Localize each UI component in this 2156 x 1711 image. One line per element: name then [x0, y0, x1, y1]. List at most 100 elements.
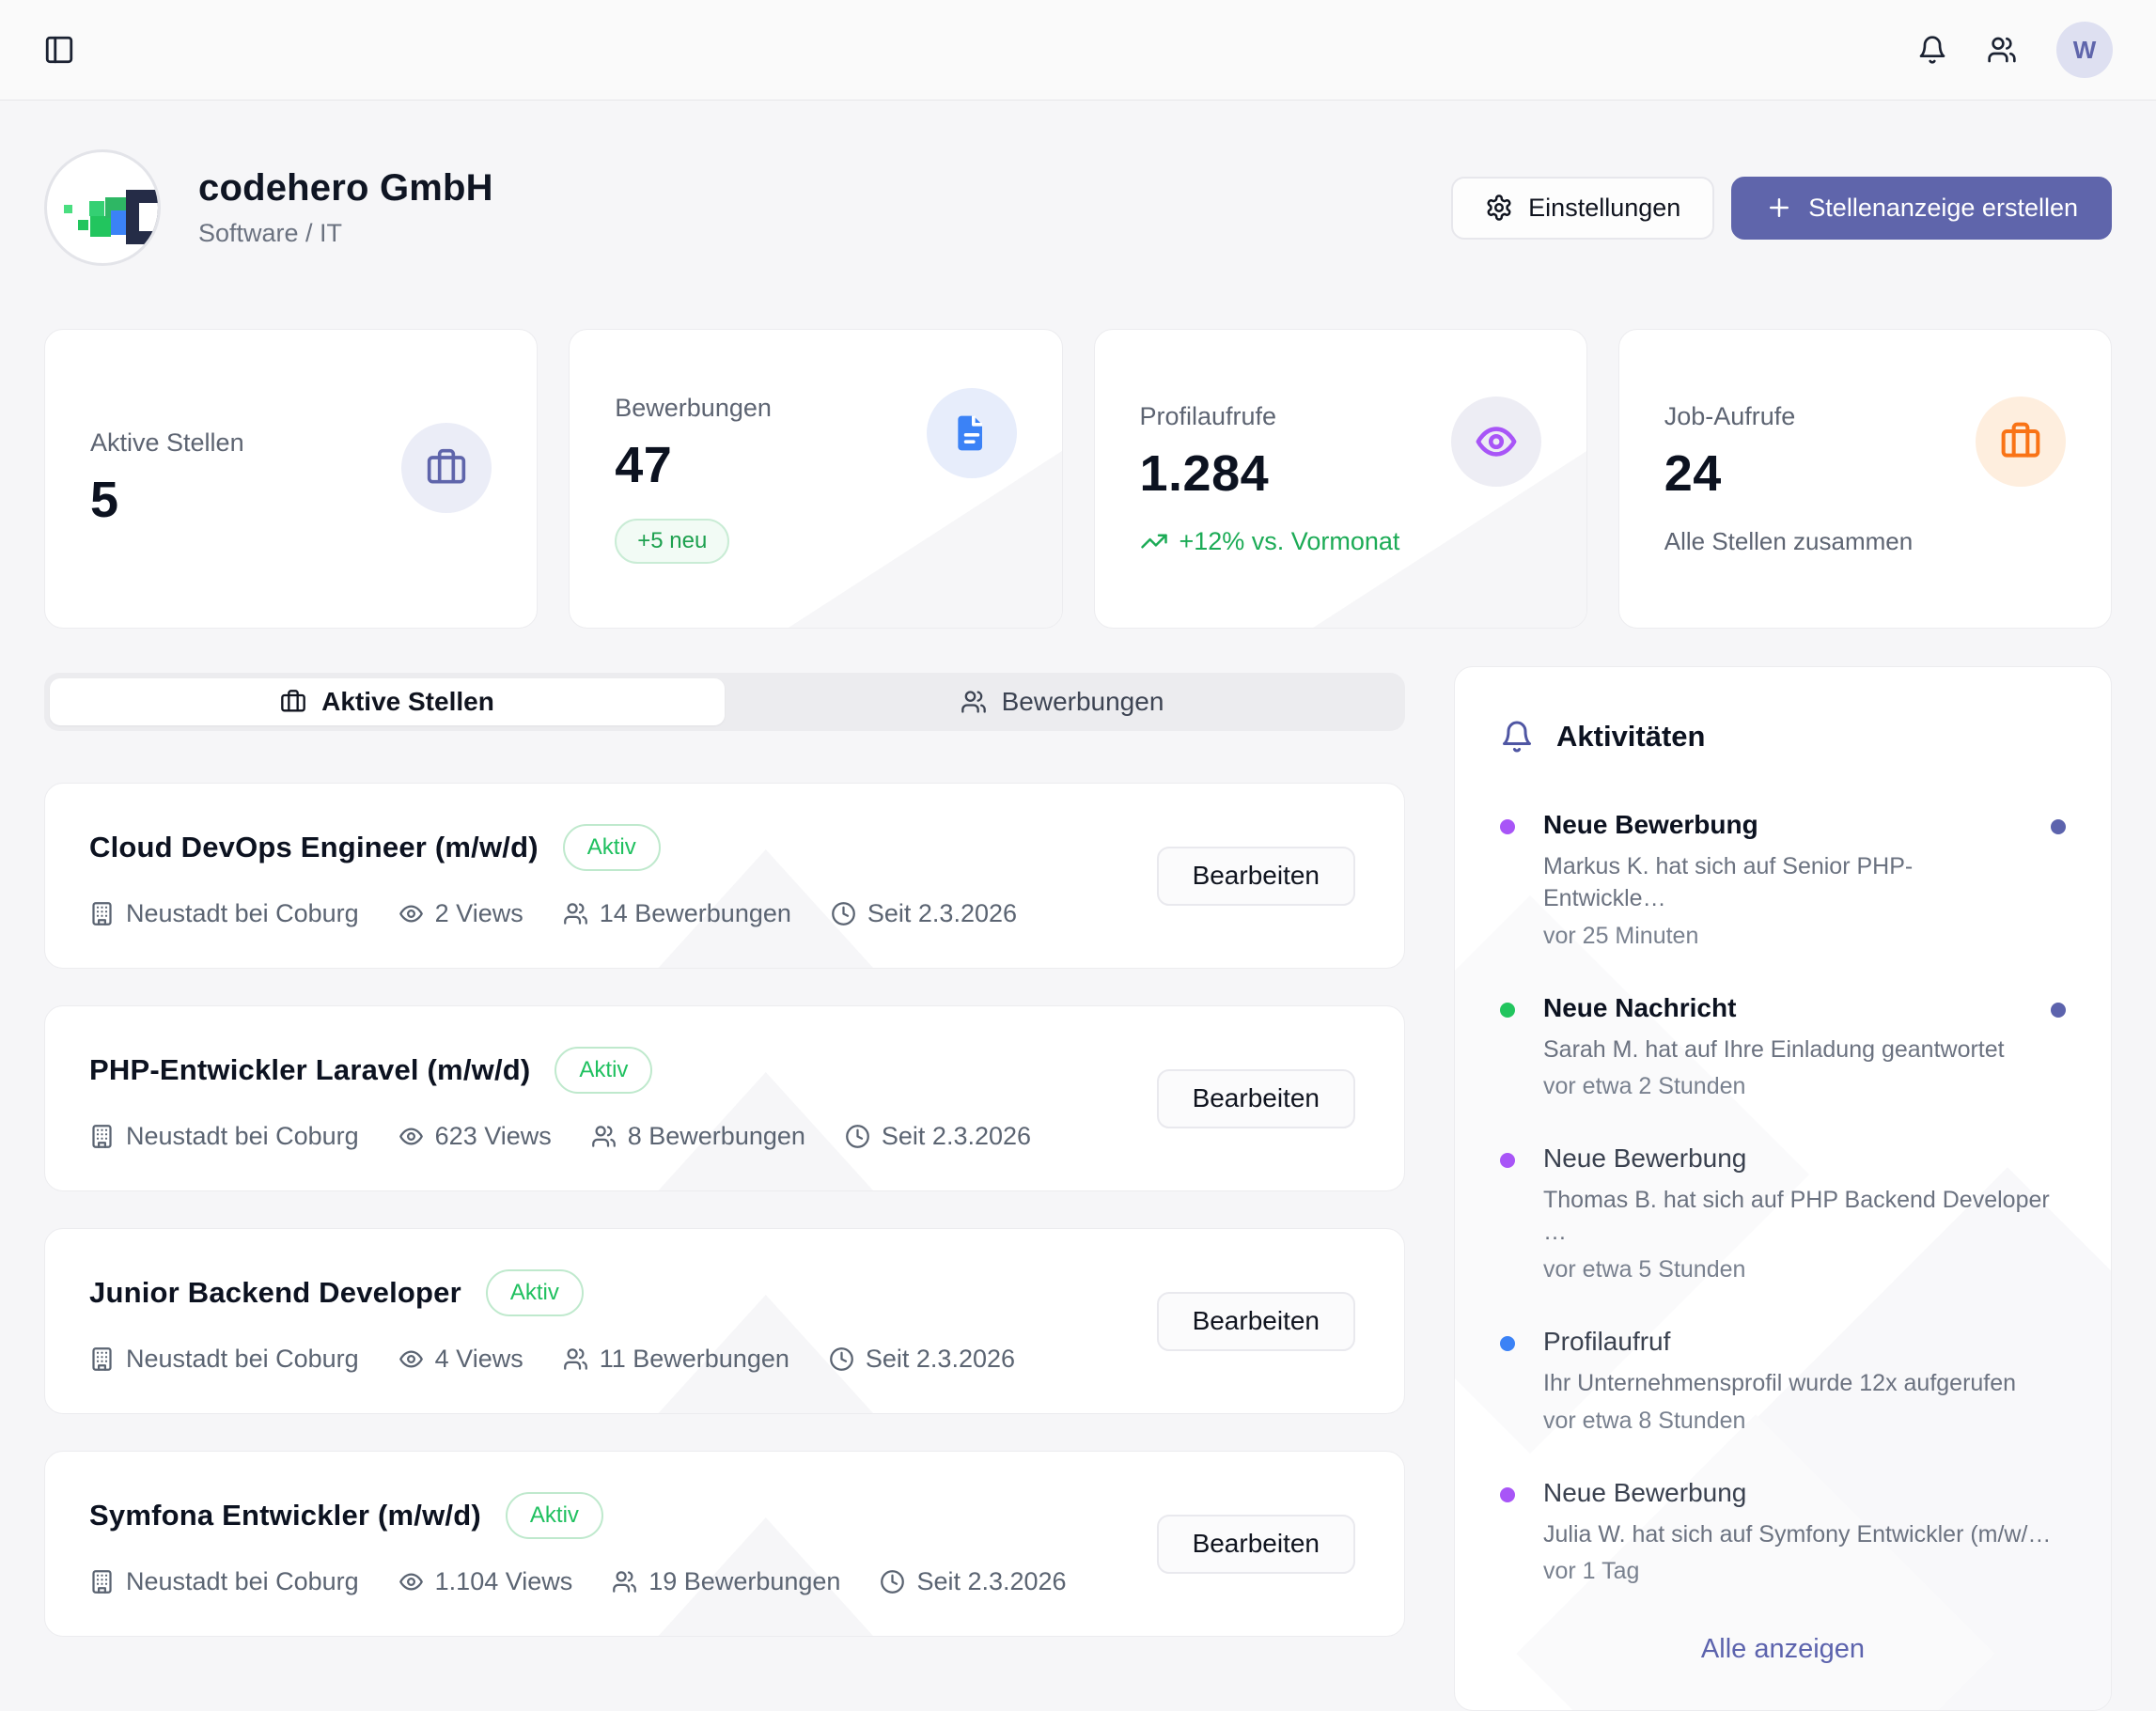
tab-active-jobs[interactable]: Aktive Stellen: [50, 678, 725, 725]
user-avatar[interactable]: W: [2056, 22, 2113, 78]
job-since: Seit 2.3.2026: [829, 1345, 1015, 1374]
clock-icon: [829, 1346, 854, 1372]
stat-icon-circle: [1451, 397, 1541, 487]
status-badge: Aktiv: [506, 1492, 603, 1539]
settings-button[interactable]: Einstellungen: [1451, 177, 1714, 240]
bell-icon: [1917, 35, 1947, 65]
job-card: Symfona Entwickler (m/w/d) Aktiv Neustad…: [44, 1451, 1405, 1637]
building-icon: [89, 1569, 115, 1594]
job-views: 4 Views: [398, 1345, 523, 1374]
eye-icon: [398, 901, 424, 926]
show-all-link[interactable]: Alle anzeigen: [1701, 1634, 1865, 1665]
tab-label: Bewerbungen: [1002, 687, 1164, 717]
company-identity: codehero GmbH Software / IT: [44, 149, 493, 266]
job-views: 2 Views: [398, 899, 523, 928]
briefcase-icon: [426, 447, 467, 489]
activity-type-dot: [1500, 1487, 1515, 1502]
edit-job-button[interactable]: Bearbeiten: [1157, 847, 1355, 906]
job-views-label: 4 Views: [435, 1345, 523, 1374]
job-location: Neustadt bei Coburg: [89, 1122, 359, 1151]
activity-item[interactable]: Profilaufruf Ihr Unternehmensprofil wurd…: [1500, 1327, 2066, 1435]
status-badge: Aktiv: [555, 1047, 652, 1094]
new-applications-badge: +5 neu: [615, 519, 729, 564]
unread-indicator-dot: [2051, 819, 2066, 834]
job-since-label: Seit 2.3.2026: [916, 1567, 1066, 1596]
edit-job-button[interactable]: Bearbeiten: [1157, 1292, 1355, 1351]
activity-panel: Aktivitäten Neue Bewerbung Markus K. hat…: [1454, 666, 2112, 1711]
job-applications-label: 11 Bewerbungen: [600, 1345, 789, 1374]
users-icon: [563, 901, 588, 926]
team-button[interactable]: [1987, 35, 2017, 65]
activity-time: vor etwa 5 Stunden: [1543, 1256, 2066, 1283]
activity-title: Neue Bewerbung: [1543, 1143, 2066, 1174]
users-icon: [961, 689, 987, 715]
job-card: PHP-Entwickler Laravel (m/w/d) Aktiv Neu…: [44, 1005, 1405, 1191]
stat-label: Bewerbungen: [615, 394, 772, 423]
activity-item[interactable]: Neue Nachricht Sarah M. hat auf Ihre Ein…: [1500, 993, 2066, 1101]
trending-up-icon: [1140, 527, 1168, 555]
clock-icon: [845, 1124, 870, 1149]
tab-label: Aktive Stellen: [321, 687, 494, 717]
job-title: Symfona Entwickler (m/w/d): [89, 1499, 481, 1532]
job-title: Junior Backend Developer: [89, 1276, 461, 1310]
job-location: Neustadt bei Coburg: [89, 1567, 359, 1596]
edit-job-button[interactable]: Bearbeiten: [1157, 1069, 1355, 1128]
eye-icon: [398, 1124, 424, 1149]
eye-icon: [398, 1346, 424, 1372]
job-title: Cloud DevOps Engineer (m/w/d): [89, 831, 539, 864]
tab-bar: Aktive Stellen Bewerbungen: [44, 673, 1405, 731]
stats-row: Aktive Stellen 5 Bewerbungen 47: [44, 329, 2112, 629]
panel-left-icon: [43, 34, 75, 66]
sidebar-toggle-button[interactable]: [43, 34, 75, 66]
job-views-label: 623 Views: [435, 1122, 552, 1151]
stat-icon-circle: [1976, 397, 2066, 487]
briefcase-icon: [280, 689, 306, 715]
building-icon: [89, 901, 115, 926]
job-applications: 19 Bewerbungen: [612, 1567, 840, 1596]
stat-label: Job-Aufrufe: [1664, 402, 1796, 431]
job-since: Seit 2.3.2026: [880, 1567, 1066, 1596]
create-job-button[interactable]: Stellenanzeige erstellen: [1731, 177, 2112, 240]
stat-value: 5: [90, 471, 244, 529]
activity-type-dot: [1500, 1003, 1515, 1018]
clock-icon: [831, 901, 856, 926]
job-list: Cloud DevOps Engineer (m/w/d) Aktiv Neus…: [44, 783, 1405, 1637]
stat-icon-circle: [401, 423, 492, 513]
bell-icon: [1500, 720, 1534, 754]
edit-job-button[interactable]: Bearbeiten: [1157, 1515, 1355, 1574]
company-logo: [44, 149, 161, 266]
tab-applications[interactable]: Bewerbungen: [725, 678, 1399, 725]
trend-indicator: +12% vs. Vormonat: [1140, 527, 1541, 556]
job-since-label: Seit 2.3.2026: [867, 899, 1017, 928]
job-card: Cloud DevOps Engineer (m/w/d) Aktiv Neus…: [44, 783, 1405, 969]
eye-icon: [398, 1569, 424, 1594]
job-location: Neustadt bei Coburg: [89, 1345, 359, 1374]
activity-type-dot: [1500, 1336, 1515, 1351]
stat-card-applications: Bewerbungen 47 +5 neu: [569, 329, 1062, 629]
building-icon: [89, 1124, 115, 1149]
activity-list: Neue Bewerbung Markus K. hat sich auf Se…: [1500, 810, 2066, 1585]
activity-item[interactable]: Neue Bewerbung Julia W. hat sich auf Sym…: [1500, 1478, 2066, 1586]
unread-indicator-dot: [2051, 1003, 2066, 1018]
activity-description: Thomas B. hat sich auf PHP Backend Devel…: [1543, 1185, 2066, 1249]
job-applications-label: 19 Bewerbungen: [648, 1567, 840, 1596]
job-location-label: Neustadt bei Coburg: [126, 1345, 359, 1374]
job-views-label: 2 Views: [435, 899, 523, 928]
activity-item[interactable]: Neue Bewerbung Markus K. hat sich auf Se…: [1500, 810, 2066, 950]
activity-description: Ihr Unternehmensprofil wurde 12x aufgeru…: [1543, 1368, 2066, 1400]
activity-item[interactable]: Neue Bewerbung Thomas B. hat sich auf PH…: [1500, 1143, 2066, 1283]
users-icon: [612, 1569, 637, 1594]
company-text: codehero GmbH Software / IT: [198, 167, 493, 248]
job-views-label: 1.104 Views: [435, 1567, 573, 1596]
notifications-button[interactable]: [1917, 35, 1947, 65]
job-location-label: Neustadt bei Coburg: [126, 899, 359, 928]
activity-title: Neue Bewerbung: [1543, 810, 2023, 840]
eye-icon: [1475, 420, 1518, 463]
stat-card-active-jobs: Aktive Stellen 5: [44, 329, 538, 629]
activity-type-dot: [1500, 1153, 1515, 1168]
create-job-button-label: Stellenanzeige erstellen: [1808, 194, 2078, 223]
job-applications: 8 Bewerbungen: [591, 1122, 805, 1151]
job-views: 623 Views: [398, 1122, 552, 1151]
clock-icon: [880, 1569, 905, 1594]
job-location-label: Neustadt bei Coburg: [126, 1122, 359, 1151]
